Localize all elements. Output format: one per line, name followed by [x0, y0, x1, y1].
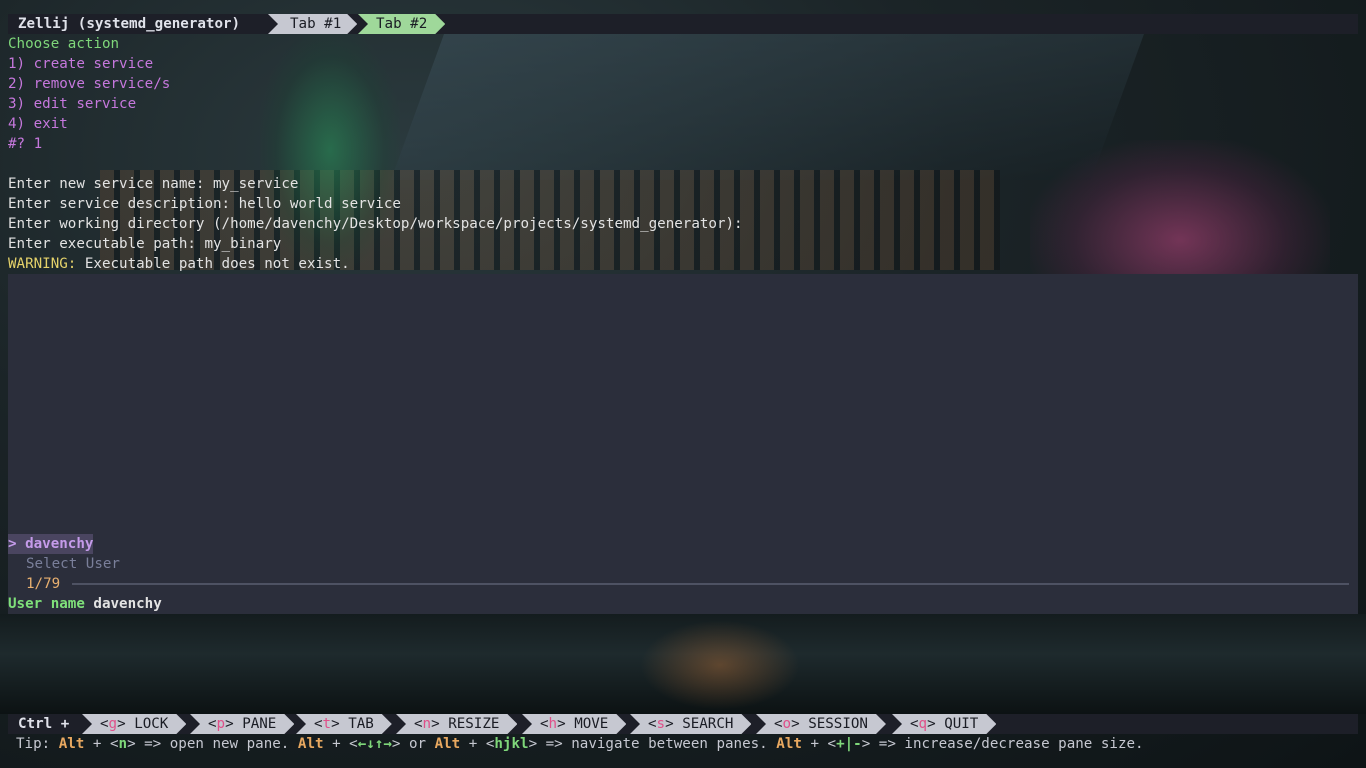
mode-resize[interactable]: <n> RESIZE: [396, 714, 517, 734]
executable-path-line: Enter executable path: my_binary: [8, 236, 282, 252]
service-name-line: Enter new service name: my_service: [8, 176, 299, 192]
warning-label: WARNING:: [8, 256, 77, 272]
warning-text: Executable path does not exist.: [76, 256, 350, 272]
mode-search[interactable]: <s> SEARCH: [630, 714, 751, 734]
mode-tab[interactable]: <t> TAB: [296, 714, 392, 734]
menu-option-exit: 4) exit: [8, 116, 68, 132]
modifier-label: Ctrl +: [18, 716, 70, 732]
selection-prompt: #? 1: [8, 136, 43, 152]
tab-2-active[interactable]: Tab #2: [358, 14, 445, 34]
picker-selected-item[interactable]: > davenchy: [8, 534, 94, 554]
mode-quit[interactable]: <q> QUIT: [892, 714, 996, 734]
mode-pane[interactable]: <p> PANE: [190, 714, 294, 734]
background-street-light: [640, 620, 800, 710]
status-bar: Ctrl + <g> LOCK <p> PANE <t> TAB <n> RES…: [8, 714, 1358, 734]
menu-option-edit: 3) edit service: [8, 96, 137, 112]
user-name-input[interactable]: davenchy: [93, 596, 161, 612]
user-name-input-row[interactable]: User name davenchy: [8, 594, 162, 614]
picker-header: Select User: [26, 556, 120, 572]
mode-lock[interactable]: <g> LOCK: [82, 714, 186, 734]
user-name-label: User name: [8, 596, 85, 612]
tip-line: Tip: Alt + <n> => open new pane. Alt + <…: [16, 736, 1144, 752]
working-directory-line: Enter working directory (/home/davenchy/…: [8, 216, 743, 232]
picker-divider: [72, 583, 1349, 585]
tab-bar: Zellij (systemd_generator) Tab #1 Tab #2: [8, 14, 1358, 34]
user-picker-pane[interactable]: > davenchy Select User 1/79 User name da…: [8, 274, 1358, 614]
session-title: Zellij (systemd_generator): [8, 14, 251, 34]
tab-1[interactable]: Tab #1: [268, 14, 357, 34]
menu-option-create: 1) create service: [8, 56, 154, 72]
service-description-line: Enter service description: hello world s…: [8, 196, 401, 212]
menu-option-remove: 2) remove service/s: [8, 76, 171, 92]
mode-session[interactable]: <o> SESSION: [756, 714, 886, 734]
warning-line: WARNING: Executable path does not exist.: [8, 254, 350, 274]
picker-count: 1/79: [26, 576, 61, 592]
menu-title: Choose action: [8, 36, 120, 52]
mode-move[interactable]: <h> MOVE: [522, 714, 626, 734]
